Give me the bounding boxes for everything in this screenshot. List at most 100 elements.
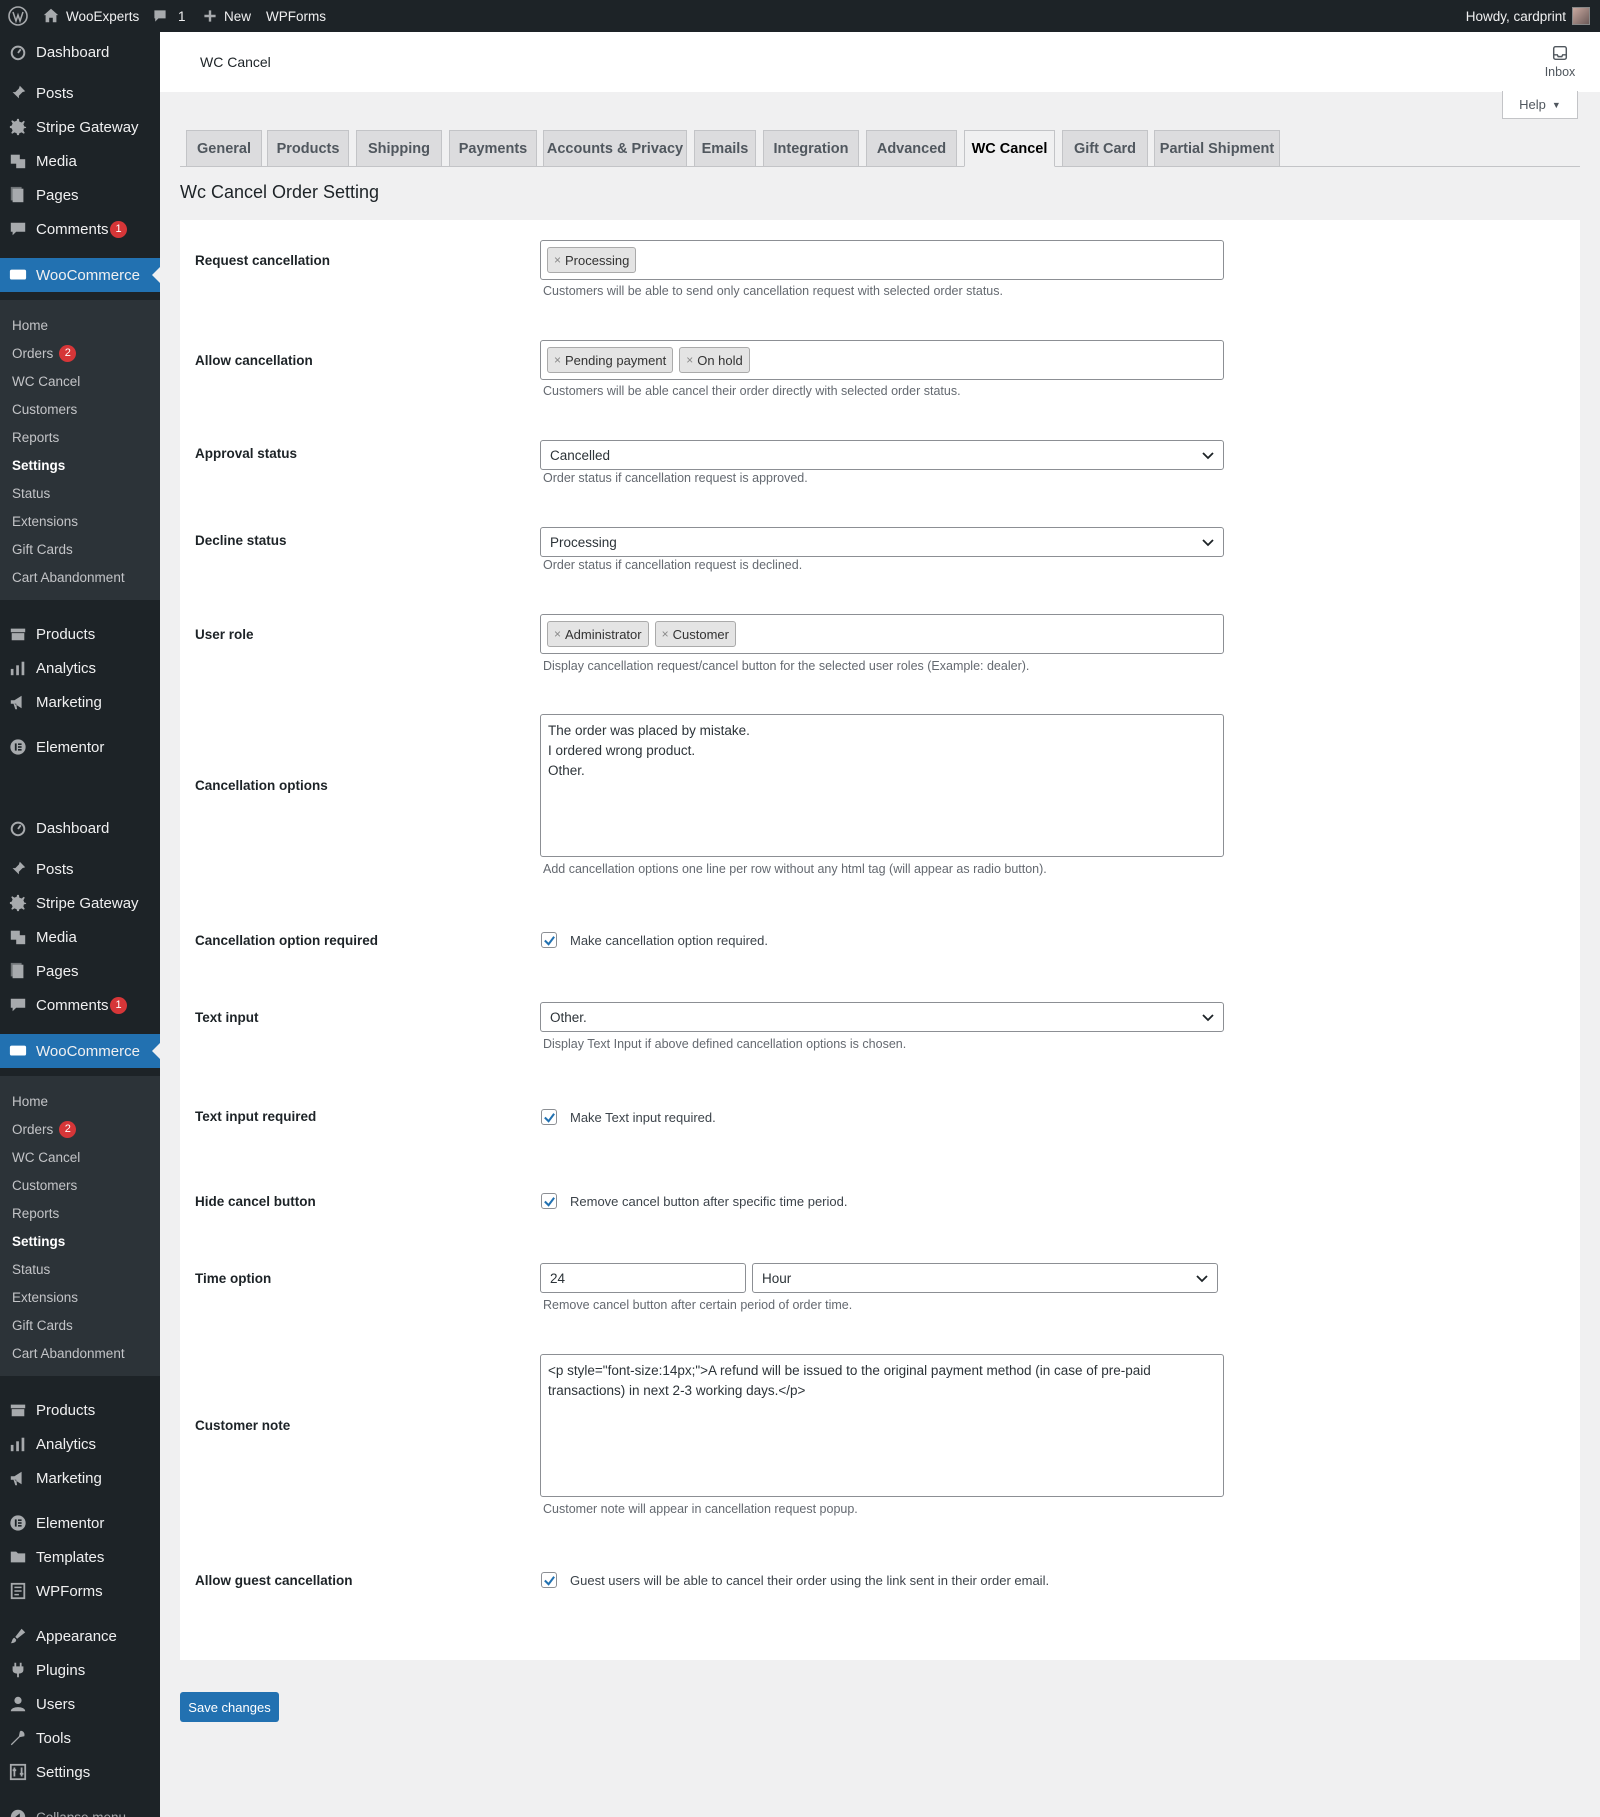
submenu-item-home[interactable]: Home [12, 315, 48, 335]
submenu-item-reports[interactable]: Reports [12, 427, 59, 447]
sidebar-item-wpforms[interactable]: WPForms [0, 1574, 160, 1608]
submenu-item-gift-cards[interactable]: Gift Cards [12, 1315, 73, 1335]
guest-cancellation-text: Guest users will be able to cancel their… [570, 1573, 1050, 1588]
orders-count-badge: 2 [59, 344, 77, 362]
submenu-item-wc-cancel[interactable]: WC Cancel [12, 1147, 80, 1167]
remove-tag-icon[interactable]: × [662, 627, 669, 641]
tab-accounts-privacy[interactable]: Accounts & Privacy [543, 130, 687, 167]
sidebar-item-comments[interactable]: Comments 1 [0, 988, 160, 1022]
remove-tag-icon[interactable]: × [554, 353, 561, 367]
sidebar-item-posts[interactable]: Posts [0, 852, 160, 886]
sidebar-item-elementor[interactable]: Elementor [0, 1506, 160, 1540]
tab-products[interactable]: Products [267, 130, 349, 167]
tab-gift-card[interactable]: Gift Card [1062, 130, 1148, 167]
sidebar-item-stripe-gateway[interactable]: Stripe Gateway [0, 886, 160, 920]
sidebar-item-comments[interactable]: Comments 1 [0, 212, 160, 246]
sidebar-item-marketing[interactable]: Marketing [0, 1461, 160, 1495]
sidebar-item-plugins[interactable]: Plugins [0, 1653, 160, 1687]
submenu-item-customers[interactable]: Customers [12, 1175, 77, 1195]
sidebar-item-media[interactable]: Media [0, 920, 160, 954]
submenu-item-customers[interactable]: Customers [12, 399, 77, 419]
customer-note-textarea[interactable]: <p style="font-size:14px;">A refund will… [540, 1354, 1224, 1497]
option-line: I ordered wrong product. [548, 743, 696, 758]
tag-pending-payment[interactable]: × Pending payment [547, 347, 674, 373]
new-content-link[interactable]: New [202, 0, 251, 32]
sidebar-item-analytics[interactable]: Analytics [0, 651, 160, 685]
submenu-item-status[interactable]: Status [12, 1259, 50, 1279]
sidebar-item-marketing[interactable]: Marketing [0, 685, 160, 719]
sidebar-item-pages[interactable]: Pages [0, 178, 160, 212]
tab-emails[interactable]: Emails [694, 130, 756, 167]
sidebar-item-dashboard[interactable]: Dashboard [0, 811, 160, 845]
submenu-item-extensions[interactable]: Extensions [12, 1287, 78, 1307]
submenu-item-settings[interactable]: Settings [12, 1231, 65, 1251]
submenu-item-wc-cancel[interactable]: WC Cancel [12, 371, 80, 391]
sidebar-item-products[interactable]: Products [0, 617, 160, 651]
inbox-button[interactable]: Inbox [1538, 44, 1582, 79]
sidebar-item-settings[interactable]: Settings [0, 1755, 160, 1789]
submenu-item-extensions[interactable]: Extensions [12, 511, 78, 531]
sidebar-item-woocommerce[interactable]: WooCommerce [0, 258, 160, 292]
sidebar-item-collapse-menu[interactable]: Collapse menu [0, 1800, 160, 1817]
comments-link[interactable]: 1 [152, 0, 186, 32]
time-number-input[interactable]: 24 [540, 1263, 746, 1293]
tab-general[interactable]: General [186, 130, 262, 167]
decline-status-select[interactable]: Processing [540, 527, 1224, 557]
submenu-item-status[interactable]: Status [12, 483, 50, 503]
remove-tag-icon[interactable]: × [554, 253, 561, 267]
user-role-select[interactable]: × Administrator × Customer [540, 614, 1224, 654]
sidebar-item-posts[interactable]: Posts [0, 76, 160, 110]
tab-advanced[interactable]: Advanced [866, 130, 957, 167]
sidebar-item-analytics[interactable]: Analytics [0, 1427, 160, 1461]
sidebar-item-products[interactable]: Products [0, 1393, 160, 1427]
guest-cancellation-checkbox[interactable] [541, 1572, 557, 1588]
wordpress-logo-icon[interactable] [8, 0, 28, 32]
text-input-select[interactable]: Other. [540, 1002, 1224, 1032]
tab-integration[interactable]: Integration [763, 130, 859, 167]
sidebar-item-users[interactable]: Users [0, 1687, 160, 1721]
sidebar-item-elementor[interactable]: Elementor [0, 730, 160, 764]
allow-cancellation-select[interactable]: × Pending payment × On hold [540, 340, 1224, 380]
tab-shipping[interactable]: Shipping [356, 130, 442, 167]
megaphone-icon [9, 1469, 27, 1487]
remove-tag-icon[interactable]: × [554, 627, 561, 641]
submenu-item-home[interactable]: Home [12, 1091, 48, 1111]
my-account-link[interactable]: Howdy, cardprint [1466, 0, 1590, 32]
sidebar-item-templates[interactable]: Templates [0, 1540, 160, 1574]
tag-on-hold[interactable]: × On hold [679, 347, 750, 373]
wpforms-link[interactable]: WPForms [266, 0, 326, 32]
dashboard-icon [9, 819, 27, 837]
tag-customer[interactable]: × Customer [654, 621, 736, 647]
submenu-item-gift-cards[interactable]: Gift Cards [12, 539, 73, 559]
cancellation-options-textarea[interactable]: The order was placed by mistake. I order… [540, 714, 1224, 857]
save-changes-button[interactable]: Save changes [180, 1692, 279, 1722]
submenu-item-settings[interactable]: Settings [12, 455, 65, 475]
sidebar-item-woocommerce[interactable]: WooCommerce [0, 1034, 160, 1068]
hide-cancel-checkbox[interactable] [541, 1193, 557, 1209]
submenu-item-cart-abandonment[interactable]: Cart Abandonment [12, 1343, 125, 1363]
sidebar-item-media[interactable]: Media [0, 144, 160, 178]
tab-wc-cancel[interactable]: WC Cancel [964, 130, 1055, 167]
sidebar-item-pages[interactable]: Pages [0, 954, 160, 988]
request-cancellation-select[interactable]: × Processing [540, 240, 1224, 280]
tab-partial-shipment[interactable]: Partial Shipment [1154, 130, 1280, 167]
sidebar-item-dashboard[interactable]: Dashboard [0, 35, 160, 69]
text-input-required-checkbox[interactable] [541, 1109, 557, 1125]
tag-administrator[interactable]: × Administrator [547, 621, 649, 647]
time-unit-select[interactable]: Hour [752, 1263, 1218, 1293]
option-required-checkbox[interactable] [541, 932, 557, 948]
submenu-item-orders[interactable]: Orders 2 [12, 343, 77, 363]
approval-status-select[interactable]: Cancelled [540, 440, 1224, 470]
remove-tag-icon[interactable]: × [686, 353, 693, 367]
help-button[interactable]: Help ▼ [1502, 91, 1578, 119]
submenu-item-cart-abandonment[interactable]: Cart Abandonment [12, 567, 125, 587]
sidebar-item-stripe-gateway[interactable]: Stripe Gateway [0, 110, 160, 144]
tag-processing[interactable]: × Processing [547, 247, 637, 273]
submenu-item-reports[interactable]: Reports [12, 1203, 59, 1223]
tab-payments[interactable]: Payments [449, 130, 537, 167]
sidebar-item-tools[interactable]: Tools [0, 1721, 160, 1755]
sidebar-item-appearance[interactable]: Appearance [0, 1619, 160, 1653]
submenu-item-orders[interactable]: Orders 2 [12, 1119, 77, 1139]
site-name-link[interactable]: WooExperts [42, 0, 139, 32]
header-title: WC Cancel [200, 54, 271, 70]
